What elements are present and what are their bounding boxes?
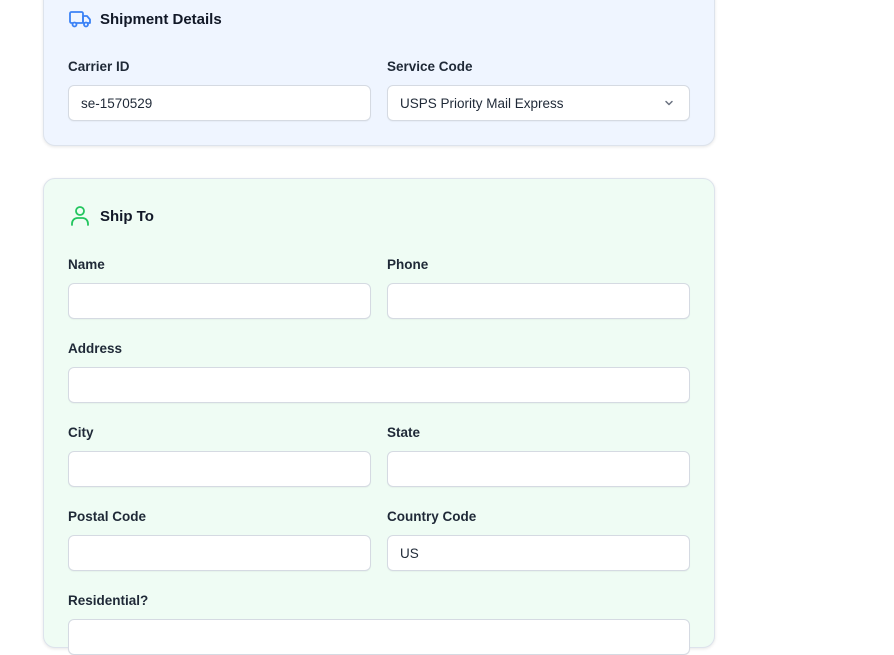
ship-to-header: Ship To — [68, 204, 154, 228]
chevron-down-icon — [663, 97, 675, 112]
carrier-id-label: Carrier ID — [68, 59, 130, 74]
state-label: State — [387, 425, 421, 440]
city-field: City — [68, 424, 371, 487]
country-code-label: Country Code — [387, 509, 477, 524]
residential-field: Residential? — [68, 592, 690, 655]
name-input[interactable] — [68, 283, 371, 319]
address-field: Address — [68, 340, 690, 403]
city-label: City — [68, 425, 94, 440]
ship-to-title: Ship To — [100, 207, 154, 225]
shipment-details-header: Shipment Details — [68, 9, 222, 29]
state-field: State — [387, 424, 690, 487]
name-field: Name — [68, 256, 371, 319]
postal-code-input[interactable] — [68, 535, 371, 571]
ship-to-card: Ship To Name Phone Address City State Po… — [43, 178, 715, 655]
truck-icon — [68, 9, 92, 29]
city-input[interactable] — [68, 451, 371, 487]
carrier-id-field: Carrier ID — [68, 58, 371, 121]
phone-input[interactable] — [387, 283, 690, 319]
user-icon — [68, 204, 92, 228]
phone-field: Phone — [387, 256, 690, 319]
shipment-details-card: Shipment Details Carrier ID Service Code… — [43, 0, 715, 146]
country-code-input[interactable] — [387, 535, 690, 571]
service-code-label: Service Code — [387, 59, 473, 74]
residential-select[interactable] — [68, 619, 690, 655]
address-label: Address — [68, 341, 123, 356]
service-code-selected-value: USPS Priority Mail Express — [400, 95, 564, 111]
carrier-id-input[interactable] — [68, 85, 371, 121]
service-code-select[interactable]: USPS Priority Mail Express — [387, 85, 690, 121]
country-code-field: Country Code — [387, 508, 690, 571]
postal-code-field: Postal Code — [68, 508, 371, 571]
name-label: Name — [68, 257, 105, 272]
phone-label: Phone — [387, 257, 429, 272]
service-code-field: Service Code USPS Priority Mail Express — [387, 58, 690, 121]
residential-label: Residential? — [68, 593, 149, 608]
state-input[interactable] — [387, 451, 690, 487]
postal-code-label: Postal Code — [68, 509, 147, 524]
shipment-details-title: Shipment Details — [100, 10, 222, 28]
address-input[interactable] — [68, 367, 690, 403]
